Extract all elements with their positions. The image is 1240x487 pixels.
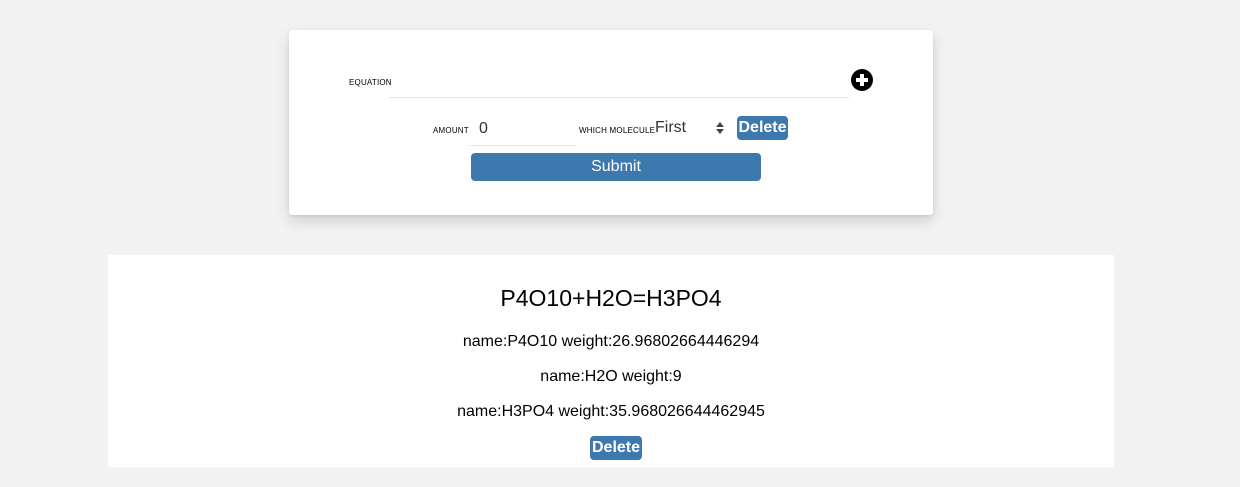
molecule-select[interactable]: First xyxy=(651,116,729,140)
molecule-weight-line: name:P4O10 weight:26.96802664446294 xyxy=(462,333,760,350)
molecule-weight-line: name:H3PO4 weight:35.968026644462945 xyxy=(457,403,765,420)
select-arrows-icon xyxy=(716,122,724,134)
molecule-select-value: First xyxy=(655,119,687,136)
equation-label: EQUATION xyxy=(349,78,392,87)
equation-input[interactable] xyxy=(389,66,849,98)
equation-form-card: EQUATION AMOUNT WHICH MOLECULE First Del… xyxy=(289,30,933,215)
amount-label: AMOUNT xyxy=(433,126,469,135)
results-panel: P4O10+H2O=H3PO4 name:P4O10 weight:26.968… xyxy=(108,255,1114,467)
molecule-label: WHICH MOLECULE xyxy=(579,126,656,135)
delete-molecule-button[interactable]: Delete xyxy=(737,116,788,140)
plus-circle-icon[interactable] xyxy=(851,69,873,91)
delete-result-button[interactable]: Delete xyxy=(590,436,642,460)
result-equation: P4O10+H2O=H3PO4 xyxy=(500,285,722,311)
submit-button[interactable]: Submit xyxy=(471,153,761,181)
molecule-weight-line: name:H2O weight:9 xyxy=(540,368,682,385)
amount-input[interactable] xyxy=(469,112,577,146)
